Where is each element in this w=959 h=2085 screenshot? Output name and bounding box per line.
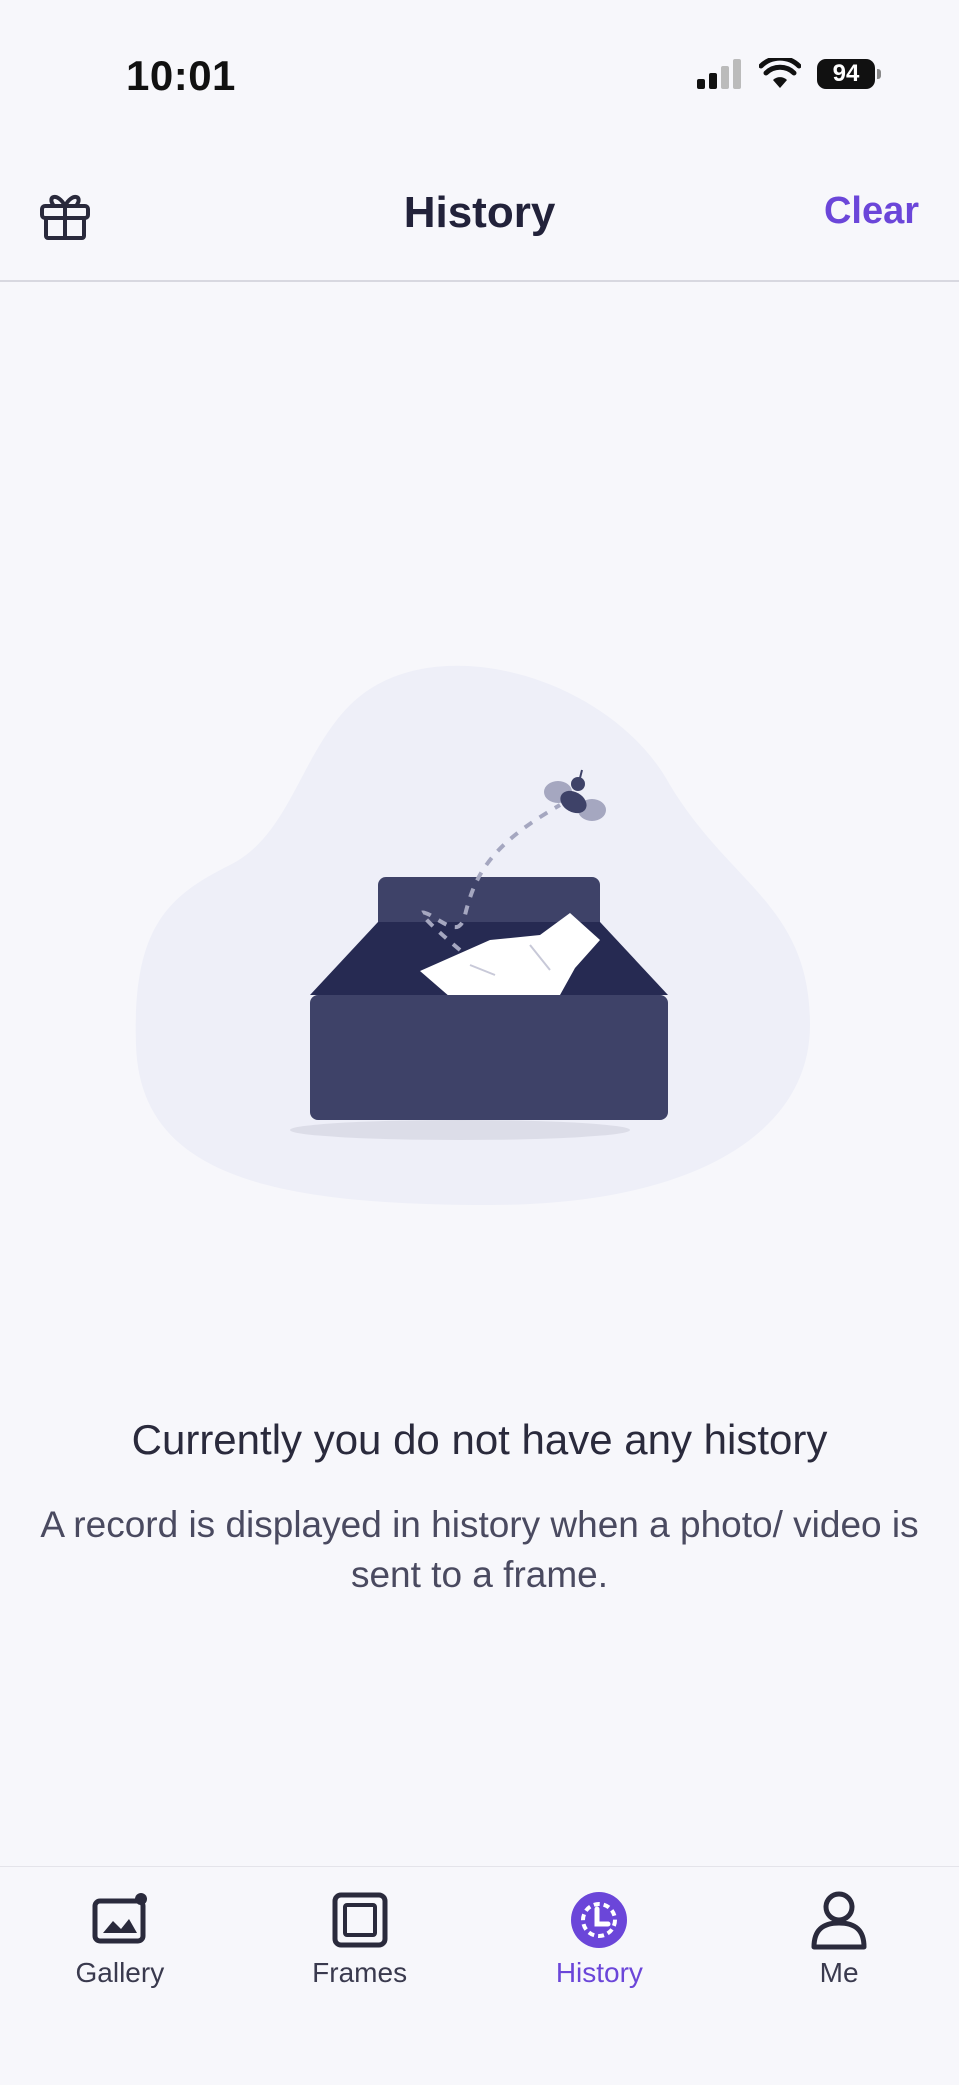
profile-icon <box>811 1891 867 1950</box>
tab-frames-label: Frames <box>312 1957 408 1988</box>
box-front <box>310 995 668 1120</box>
box-shadow <box>290 1120 630 1140</box>
empty-box-illustration <box>135 665 810 1205</box>
wifi-icon <box>759 58 801 88</box>
battery-icon: 94 <box>817 59 881 89</box>
header: History Clear <box>0 150 959 282</box>
history-icon <box>571 1892 628 1948</box>
empty-state-title: Currently you do not have any history <box>131 1416 828 1463</box>
tab-gallery-label: Gallery <box>75 1957 165 1988</box>
status-bar: 10:01 94 <box>0 0 959 150</box>
tab-me[interactable]: Me <box>719 1867 959 2085</box>
tab-frames[interactable]: Frames <box>240 1867 480 2085</box>
tab-me-label: Me <box>819 1957 859 1988</box>
frames-icon <box>332 1892 388 1948</box>
page-title: History <box>403 188 556 237</box>
gallery-icon <box>92 1893 147 1944</box>
clear-button[interactable]: Clear <box>824 190 919 233</box>
status-time: 10:01 <box>126 52 236 99</box>
tab-history-label: History <box>555 1957 643 1988</box>
signal-icon <box>697 59 741 89</box>
tab-gallery[interactable]: Gallery <box>0 1867 240 2085</box>
tab-history[interactable]: History <box>480 1867 720 2085</box>
empty-state-description: A record is displayed in history when a … <box>40 1504 919 1595</box>
status-icons: 94 <box>697 58 881 90</box>
tab-bar: Gallery Frames History Me <box>0 1866 959 2085</box>
